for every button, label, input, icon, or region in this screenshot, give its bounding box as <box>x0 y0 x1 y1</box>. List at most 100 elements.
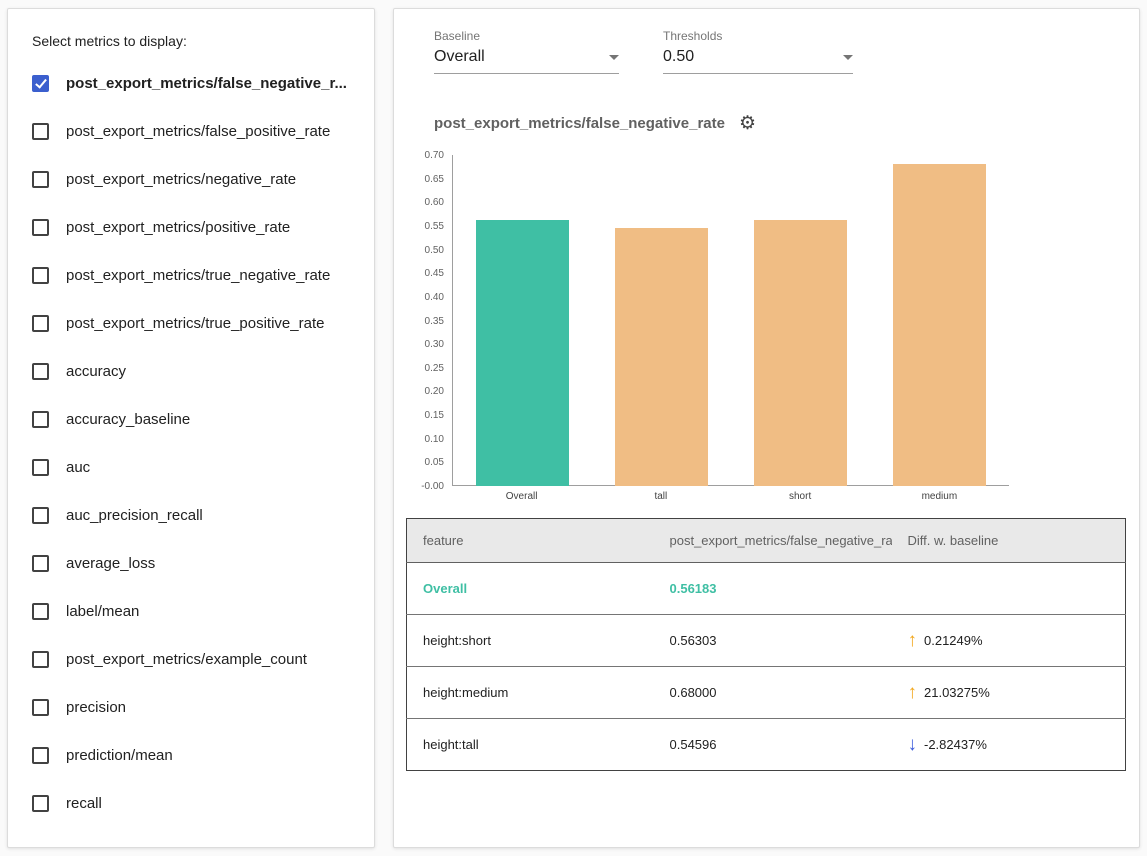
y-axis-tick-label: 0.25 <box>400 363 444 374</box>
checkbox-icon[interactable] <box>32 795 49 812</box>
y-axis-tick-label: 0.65 <box>400 174 444 185</box>
metrics-table-body: Overall0.56183height:short0.56303↑0.2124… <box>407 563 1126 771</box>
dropdown-arrow-icon[interactable] <box>609 55 619 60</box>
table-header-feature: feature <box>407 519 654 563</box>
thresholds-label: Thresholds <box>663 29 853 43</box>
settings-icon[interactable]: ⚙ <box>739 114 756 133</box>
metric-checkbox-item[interactable]: average_loss <box>32 539 350 587</box>
feature-cell: Overall <box>407 563 654 615</box>
metric-label: average_loss <box>66 555 155 572</box>
metric-list: post_export_metrics/false_negative_r...p… <box>32 59 350 827</box>
bar-short[interactable] <box>754 220 847 486</box>
metric-label: post_export_metrics/false_negative_r... <box>66 75 347 92</box>
metric-checkbox-item[interactable]: post_export_metrics/true_negative_rate <box>32 251 350 299</box>
checkbox-icon[interactable] <box>32 171 49 188</box>
chart-title: post_export_metrics/false_negative_rate <box>434 115 725 132</box>
value-cell: 0.54596 <box>654 719 892 771</box>
y-axis-tick-label: 0.10 <box>400 434 444 445</box>
feature-cell: height:medium <box>407 667 654 719</box>
checkbox-icon[interactable] <box>32 699 49 716</box>
diff-cell: ↑21.03275% <box>892 667 1126 719</box>
y-axis-tick-label: 0.60 <box>400 197 444 208</box>
checkbox-icon[interactable] <box>32 363 49 380</box>
metric-checkbox-item[interactable]: post_export_metrics/negative_rate <box>32 155 350 203</box>
value-cell: 0.68000 <box>654 667 892 719</box>
y-axis-tick-label: 0.20 <box>400 386 444 397</box>
metric-checkbox-item[interactable]: auc <box>32 443 350 491</box>
metric-checkbox-item[interactable]: post_export_metrics/example_count <box>32 635 350 683</box>
app-root: Select metrics to display: post_export_m… <box>0 0 1147 856</box>
value-cell: 0.56303 <box>654 615 892 667</box>
metric-checkbox-item[interactable]: post_export_metrics/false_negative_r... <box>32 59 350 107</box>
checkbox-checked-icon[interactable] <box>32 75 49 92</box>
metric-checkbox-item[interactable]: recall <box>32 779 350 827</box>
x-labels-row: Overalltallshortmedium <box>452 486 1009 502</box>
diff-value: 0.21249% <box>924 633 983 648</box>
checkbox-icon[interactable] <box>32 603 49 620</box>
thresholds-select[interactable]: Thresholds 0.50 <box>663 29 853 74</box>
baseline-select[interactable]: Baseline Overall <box>434 29 619 74</box>
dropdown-arrow-icon[interactable] <box>843 55 853 60</box>
controls-row: Baseline Overall Thresholds 0.50 <box>434 29 1127 74</box>
thresholds-value: 0.50 <box>663 48 694 66</box>
x-axis-label: tall <box>591 486 730 502</box>
metric-label: accuracy <box>66 363 126 380</box>
table-header-row: feature post_export_metrics/false_negati… <box>407 519 1126 563</box>
table-row: height:medium0.68000↑21.03275% <box>407 667 1126 719</box>
table-row: height:tall0.54596↓-2.82437% <box>407 719 1126 771</box>
table-header-metric: post_export_metrics/false_negative_rat..… <box>654 519 892 563</box>
metric-label: post_export_metrics/true_negative_rate <box>66 267 330 284</box>
checkbox-icon[interactable] <box>32 555 49 572</box>
checkbox-icon[interactable] <box>32 219 49 236</box>
metric-label: post_export_metrics/example_count <box>66 651 307 668</box>
metric-checkbox-item[interactable]: label/mean <box>32 587 350 635</box>
checkbox-icon[interactable] <box>32 267 49 284</box>
bar-Overall[interactable] <box>476 220 569 486</box>
metric-label: precision <box>66 699 126 716</box>
metric-label: recall <box>66 795 102 812</box>
y-axis-tick-label: 0.05 <box>400 457 444 468</box>
metrics-display-panel: Baseline Overall Thresholds 0.50 post_ex… <box>393 8 1140 848</box>
x-axis-label: short <box>731 486 870 502</box>
metric-checkbox-item[interactable]: prediction/mean <box>32 731 350 779</box>
diff-cell: ↓-2.82437% <box>892 719 1126 771</box>
checkbox-icon[interactable] <box>32 315 49 332</box>
metric-checkbox-item[interactable]: post_export_metrics/positive_rate <box>32 203 350 251</box>
baseline-label: Baseline <box>434 29 619 43</box>
bar-medium[interactable] <box>893 164 986 486</box>
y-axis-tick-label: 0.70 <box>400 150 444 161</box>
plot-area <box>452 155 1009 486</box>
y-axis-tick-label: 0.15 <box>400 410 444 421</box>
metric-checkbox-item[interactable]: auc_precision_recall <box>32 491 350 539</box>
metric-checkbox-item[interactable]: accuracy <box>32 347 350 395</box>
bar-chart: 0.700.650.600.550.500.450.400.350.300.25… <box>408 155 1127 502</box>
y-axis-tick-label: 0.50 <box>400 245 444 256</box>
checkbox-icon[interactable] <box>32 459 49 476</box>
metric-checkbox-item[interactable]: post_export_metrics/false_positive_rate <box>32 107 350 155</box>
metrics-table: feature post_export_metrics/false_negati… <box>406 518 1126 771</box>
checkbox-icon[interactable] <box>32 411 49 428</box>
diff-cell: ↑0.21249% <box>892 615 1126 667</box>
checkbox-icon[interactable] <box>32 123 49 140</box>
metric-label: post_export_metrics/false_positive_rate <box>66 123 330 140</box>
arrow-up-icon: ↑ <box>908 683 918 702</box>
feature-cell: height:short <box>407 615 654 667</box>
y-axis-tick-label: 0.55 <box>400 221 444 232</box>
value-cell: 0.56183 <box>654 563 892 615</box>
checkbox-icon[interactable] <box>32 747 49 764</box>
bar-tall[interactable] <box>615 228 708 486</box>
checkbox-icon[interactable] <box>32 651 49 668</box>
metric-checkbox-item[interactable]: precision <box>32 683 350 731</box>
checkbox-icon[interactable] <box>32 507 49 524</box>
metric-selector-title: Select metrics to display: <box>32 33 350 49</box>
y-axis-tick-label: 0.35 <box>400 316 444 327</box>
metric-selector-panel: Select metrics to display: post_export_m… <box>7 8 375 848</box>
table-header-diff: Diff. w. baseline <box>892 519 1126 563</box>
x-axis-label: medium <box>870 486 1009 502</box>
metric-checkbox-item[interactable]: accuracy_baseline <box>32 395 350 443</box>
metric-checkbox-item[interactable]: post_export_metrics/true_positive_rate <box>32 299 350 347</box>
metric-label: auc <box>66 459 90 476</box>
chart-header: post_export_metrics/false_negative_rate … <box>434 114 1127 133</box>
baseline-value: Overall <box>434 48 485 66</box>
feature-cell: height:tall <box>407 719 654 771</box>
